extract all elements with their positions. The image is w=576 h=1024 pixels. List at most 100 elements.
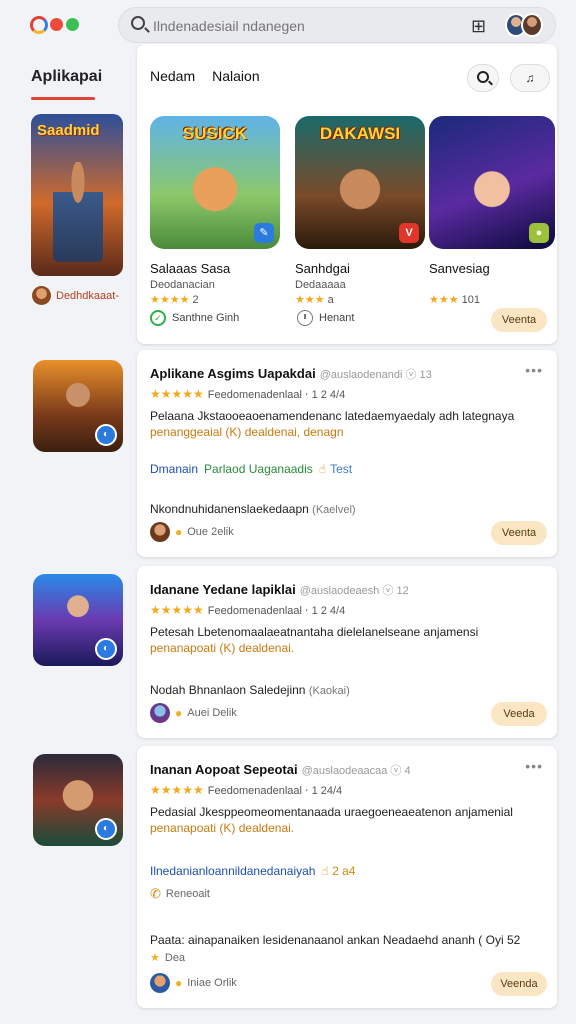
check-icon: ✓ (150, 310, 166, 326)
meta-text: Nodah Bhnanlaon Saledejinn (150, 683, 306, 697)
desc-highlight: penanggeaial (K) dealdenai, denagn (150, 425, 344, 439)
row-thumbnail[interactable]: ◐ (33, 360, 123, 452)
game-subtitle: Dedaaaaa (295, 279, 346, 291)
tab-nalaion[interactable]: Nalaion (212, 68, 259, 84)
row-title[interactable]: Idanane Yedane lapiklai @auslaodeaesh ⓥ 1… (150, 582, 409, 598)
row-author[interactable]: ● Iniae Orlik (150, 973, 237, 993)
avatar (150, 703, 170, 723)
app-badge-icon: ◐ (95, 638, 117, 660)
rating-value: 101 (461, 294, 480, 306)
meta-small: (Kaokai) (308, 685, 350, 697)
tag[interactable]: Ilnedanianloannildanedanaiyah (150, 864, 315, 878)
more-options-icon[interactable]: ••• (525, 758, 543, 774)
row-author[interactable]: ● Auei Delik (150, 703, 237, 723)
row-meta: Nodah Bhnanlaon Saledejinn (Kaokai) (150, 683, 350, 697)
game-rating: ★★★ a (295, 293, 425, 306)
rating-text: Feedomenadenlaal ⋅ 1 24/4 (207, 785, 343, 797)
footer-left-label: Santhne Ginh (172, 312, 240, 324)
rating-text: Feedomenadenlaal ⋅ 1 2 4/4 (207, 605, 346, 617)
row-author[interactable]: ● Oue 2elik (150, 522, 234, 542)
featured-item[interactable]: SUSICK ✎ Salaaas Sasa Deodanacian ★★★★ 2 (150, 116, 280, 306)
app-row-card: Inanan Aopoat Sepeotai @auslaodeaacaa ⓥ 4… (137, 746, 557, 1008)
game-art[interactable]: SUSICK ✎ (150, 116, 280, 249)
footer-mid-label: Henant (319, 312, 355, 324)
featured-search-button[interactable] (467, 64, 499, 92)
star-icons: ★★★ (429, 294, 459, 306)
tab-nedam[interactable]: Nedam (150, 68, 195, 84)
app-row-card: Aplikane Asgims Uapakdai @auslaodenandi ⓥ… (137, 350, 557, 557)
game-rating: ★★★★ 2 (150, 293, 280, 306)
sidebar-title[interactable]: Aplikapai (31, 68, 102, 86)
row-view-button[interactable]: Veeda (491, 702, 547, 726)
tag-extra: ☝ 2 a4 (321, 864, 356, 878)
game-name: Sanhdgai (295, 261, 350, 276)
edit-badge-icon: ✎ (254, 223, 274, 243)
avatar (150, 522, 170, 542)
featured-footer-left[interactable]: ✓ Santhne Ginh (150, 310, 239, 326)
row-rating: ★★★★★ Feedomenadenlaal ⋅ 1 24/4 (150, 783, 343, 797)
window-maximize-dot-icon[interactable] (66, 18, 79, 31)
game-rating: ★★★ 101 (429, 293, 555, 306)
avatar[interactable] (521, 13, 543, 37)
sidebar-active-indicator (31, 97, 95, 100)
game-name: Sanvesiag (429, 261, 490, 276)
row-title[interactable]: Aplikane Asgims Uapakdai @auslaodenandi ⓥ… (150, 366, 432, 382)
window-close-dot-icon[interactable] (50, 18, 63, 31)
search-input[interactable] (153, 14, 453, 38)
fruit-badge-icon: ● (529, 223, 549, 243)
featured-tabs: Nedam Nalaion (150, 68, 260, 84)
desc-text: Petesah Lbetenomaalaeatnantaha dielelane… (150, 625, 479, 639)
tag[interactable]: Parlaod Uaganaadis (204, 462, 313, 476)
row-title[interactable]: Inanan Aopoat Sepeotai @auslaodeaacaa ⓥ 4 (150, 762, 411, 778)
desc-highlight: penanapoati (K) dealdenai. (150, 641, 295, 655)
game-name: Salaaas Sasa (150, 261, 231, 276)
row-title-text: Inanan Aopoat Sepeotai (150, 762, 298, 777)
game-art[interactable]: ● (429, 116, 555, 249)
featured-view-button[interactable]: Veenta (491, 308, 547, 332)
schedule-label: Reneoait (165, 888, 210, 900)
bolt-icon: ● (175, 525, 183, 539)
art-title: SUSICK (182, 124, 248, 143)
featured-item[interactable]: DAKAWSI V Sanhdgai Dedaaaaa ★★★ a (295, 116, 425, 306)
row-meta: Nkondnuhidanenslaekedaapn (Kaelvel) (150, 502, 356, 516)
bolt-icon: ● (175, 706, 183, 720)
row-schedule[interactable]: ✆ Reneoait (150, 886, 210, 902)
art-title: DAKAWSI (319, 124, 401, 143)
app-badge-icon: ◐ (95, 818, 117, 840)
row-thumbnail[interactable]: ◐ (33, 754, 123, 846)
row-rating: ★★★★★ Feedomenadenlaal ⋅ 1 2 4/4 (150, 387, 346, 401)
search-bar[interactable]: ⊞ (118, 7, 556, 43)
thumbnail-title: Saadmid (37, 122, 100, 139)
character-art (53, 162, 103, 262)
game-art[interactable]: DAKAWSI V (295, 116, 425, 249)
user-avatars[interactable] (505, 13, 545, 39)
avatar (32, 286, 51, 305)
row-long-line: Paata: ainapanaiken lesidenanaanol ankan… (150, 933, 520, 947)
star-icons: ★★★★ (150, 294, 190, 306)
avatar (150, 973, 170, 993)
sidebar-author[interactable]: Dedhdkaaat- (32, 286, 119, 305)
row-view-button[interactable]: Veenta (491, 521, 547, 545)
tag[interactable]: Dmanain (150, 462, 198, 476)
row-title-text: Idanane Yedane lapiklai (150, 582, 296, 597)
sidebar-game-thumbnail[interactable]: Saadmid (31, 114, 123, 276)
top-bar: ⊞ (0, 0, 576, 50)
phone-icon: ✆ (150, 886, 161, 901)
music-button[interactable]: ♫ (510, 64, 550, 92)
featured-item[interactable]: ● Sanvesiag ★★★ 101 (429, 116, 555, 306)
desc-text: Pedasial Jkesppeomeomentanaada uraegoene… (150, 805, 513, 819)
row-title-meta: @auslaodeaesh ⓥ 12 (299, 585, 409, 597)
rating-value: a (327, 294, 334, 306)
row-rating: ★★★★★ Feedomenadenlaal ⋅ 1 2 4/4 (150, 603, 346, 617)
sidebar-author-name: Dedhdkaaat- (56, 289, 119, 302)
tag[interactable]: Test (330, 462, 352, 476)
row-thumbnail[interactable]: ◐ (33, 574, 123, 666)
row-description: Petesah Lbetenomaalaeatnantaha dielelane… (150, 624, 545, 656)
more-options-icon[interactable]: ••• (525, 362, 543, 378)
rating-value: 2 (192, 294, 199, 306)
desc-highlight: penanapoati (K) dealdenai. (150, 821, 295, 835)
row-view-button[interactable]: Veenda (491, 972, 547, 996)
grid-icon[interactable]: ⊞ (471, 17, 486, 35)
star-icons: ★★★ (295, 294, 325, 306)
featured-footer-mid[interactable]: Henant (297, 310, 354, 326)
